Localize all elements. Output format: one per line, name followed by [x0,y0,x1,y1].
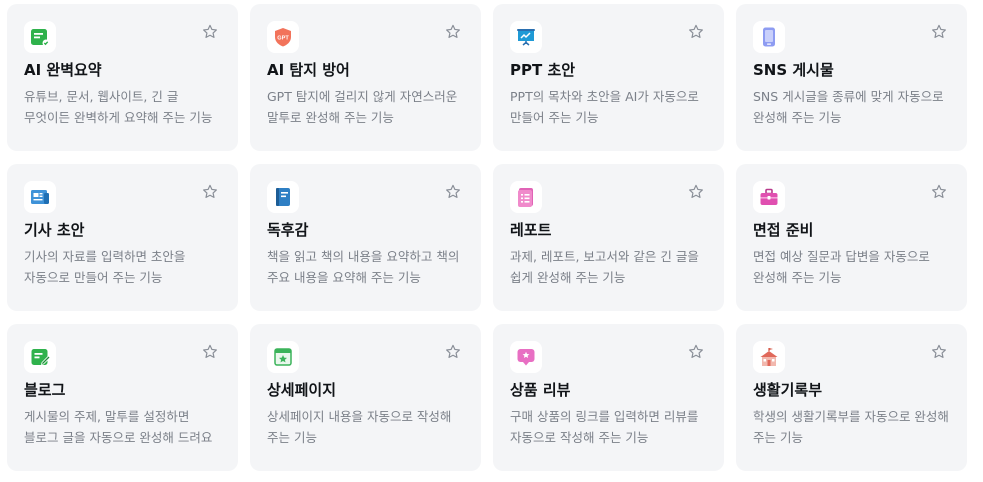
tool-card-description: SNS 게시글을 종류에 맞게 자동으로 완성해 주는 기능 [753,89,944,125]
tool-card[interactable]: 생활기록부학생의 생활기록부를 자동으로 완성해 주는 기능 [736,324,967,471]
tool-card-title: 독후감 [267,221,309,239]
tool-card[interactable]: 레포트과제, 레포트, 보고서와 같은 긴 글을 쉽게 완성해 주는 기능 [493,164,724,311]
svg-text:GPT: GPT [277,35,289,41]
tool-card-description: PPT의 목차와 초안을 AI가 자동으로 만들어 주는 기능 [510,89,699,125]
favorite-star-icon[interactable] [201,183,219,201]
briefcase-icon [753,181,785,213]
favorite-star-icon[interactable] [930,23,948,41]
tool-card[interactable]: GPT AI 탐지 방어 GPT 탐지에 걸리지 않게 자연스러운 말투로 완성해 … [250,4,481,151]
tool-card-description: 과제, 레포트, 보고서와 같은 긴 글을 쉽게 완성해 주는 기능 [510,249,699,285]
favorite-star-icon[interactable] [687,183,705,201]
tool-card[interactable]: 상세페이지상세페이지 내용을 자동으로 작성해 주는 기능 [250,324,481,471]
presentation-icon [510,21,542,53]
tool-card-title: 상세페이지 [267,381,337,399]
tool-card[interactable]: 기사 초안기사의 자료를 입력하면 초안을 자동으로 만들어 주는 기능 [7,164,238,311]
tool-card-description: 학생의 생활기록부를 자동으로 완성해 주는 기능 [753,409,949,445]
favorite-star-icon[interactable] [930,183,948,201]
tool-card-title: 기사 초안 [24,221,85,239]
tool-card-grid: AI 완벽요약유튜브, 문서, 웹사이트, 긴 글 무엇이든 완벽하게 요약해 … [0,0,983,482]
tool-card-title: AI 완벽요약 [24,61,102,79]
favorite-star-icon[interactable] [444,23,462,41]
favorite-star-icon[interactable] [687,23,705,41]
tool-card-title: 상품 리뷰 [510,381,571,399]
product-page-icon [267,341,299,373]
tool-card[interactable]: 독후감책을 읽고 책의 내용을 요약하고 책의 주요 내용을 요약해 주는 기능 [250,164,481,311]
tool-card-title: 면접 준비 [753,221,814,239]
favorite-star-icon[interactable] [930,343,948,361]
tool-card[interactable]: 상품 리뷰구매 상품의 링크를 입력하면 리뷰를 자동으로 작성해 주는 기능 [493,324,724,471]
favorite-star-icon[interactable] [201,23,219,41]
tool-card-description: 기사의 자료를 입력하면 초안을 자동으로 만들어 주는 기능 [24,249,186,285]
blog-icon [24,341,56,373]
tool-card-title: 레포트 [510,221,552,239]
newspaper-icon [24,181,56,213]
tool-card-title: SNS 게시물 [753,61,834,79]
tool-card-description: 책을 읽고 책의 내용을 요약하고 책의 주요 내용을 요약해 주는 기능 [267,249,460,285]
tool-card-description: 유튜브, 문서, 웹사이트, 긴 글 무엇이든 완벽하게 요약해 주는 기능 [24,89,213,125]
favorite-star-icon[interactable] [444,183,462,201]
tool-card[interactable]: SNS 게시물 SNS 게시글을 종류에 맞게 자동으로 완성해 주는 기능 [736,4,967,151]
tool-card-title: AI 탐지 방어 [267,61,350,79]
favorite-star-icon[interactable] [444,343,462,361]
review-icon [510,341,542,373]
tool-card-description: 상세페이지 내용을 자동으로 작성해 주는 기능 [267,409,452,445]
tool-card-description: GPT 탐지에 걸리지 않게 자연스러운 말투로 완성해 주는 기능 [267,89,458,125]
phone-icon [753,21,785,53]
tool-card[interactable]: 면접 준비면접 예상 질문과 답변을 자동으로 완성해 주는 기능 [736,164,967,311]
favorite-star-icon[interactable] [687,343,705,361]
tool-card-description: 구매 상품의 링크를 입력하면 리뷰를 자동으로 작성해 주는 기능 [510,409,699,445]
tool-card-title: PPT 초안 [510,61,576,79]
summary-icon [24,21,56,53]
book-icon [267,181,299,213]
tool-card-description: 면접 예상 질문과 답변을 자동으로 완성해 주는 기능 [753,249,930,285]
favorite-star-icon[interactable] [201,343,219,361]
tool-card[interactable]: AI 완벽요약유튜브, 문서, 웹사이트, 긴 글 무엇이든 완벽하게 요약해 … [7,4,238,151]
tool-card-title: 생활기록부 [753,381,823,399]
tool-card[interactable]: 블로그게시물의 주제, 말투를 설정하면 블로그 글을 자동으로 완성해 드려요 [7,324,238,471]
gpt-shield-icon: GPT [267,21,299,53]
report-icon [510,181,542,213]
tool-card-title: 블로그 [24,381,66,399]
school-icon [753,341,785,373]
tool-card[interactable]: PPT 초안 PPT의 목차와 초안을 AI가 자동으로 만들어 주는 기능 [493,4,724,151]
tool-card-description: 게시물의 주제, 말투를 설정하면 블로그 글을 자동으로 완성해 드려요 [24,409,213,445]
